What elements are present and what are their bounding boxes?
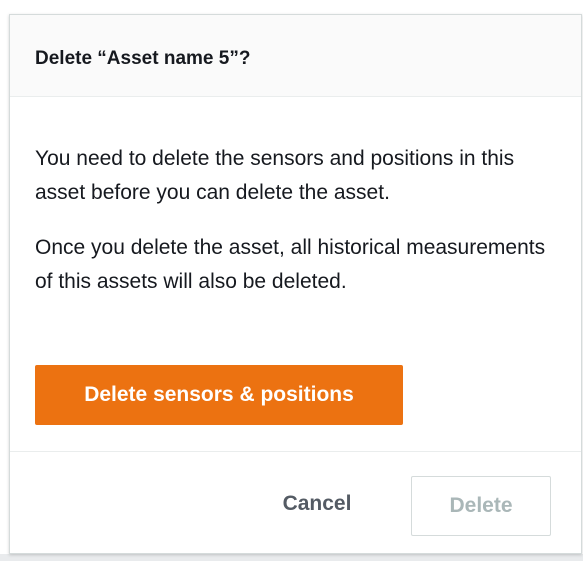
dialog-message-history: Once you delete the asset, all historica… xyxy=(35,236,546,293)
screen: Delete “Asset name 5”? You need to delet… xyxy=(0,0,583,561)
delete-sensors-positions-button[interactable]: Delete sensors & positions xyxy=(35,365,403,425)
cancel-button[interactable]: Cancel xyxy=(265,484,369,524)
dialog-title: Delete “Asset name 5”? xyxy=(35,48,251,69)
dialog-message-sensors: You need to delete the sensors and posit… xyxy=(35,147,515,204)
dialog-header: Delete “Asset name 5”? xyxy=(10,15,581,97)
delete-button: Delete xyxy=(411,476,551,536)
dialog-footer: Cancel Delete xyxy=(10,451,581,553)
delete-asset-dialog: Delete “Asset name 5”? You need to delet… xyxy=(9,14,582,554)
page-background-row xyxy=(0,554,583,561)
